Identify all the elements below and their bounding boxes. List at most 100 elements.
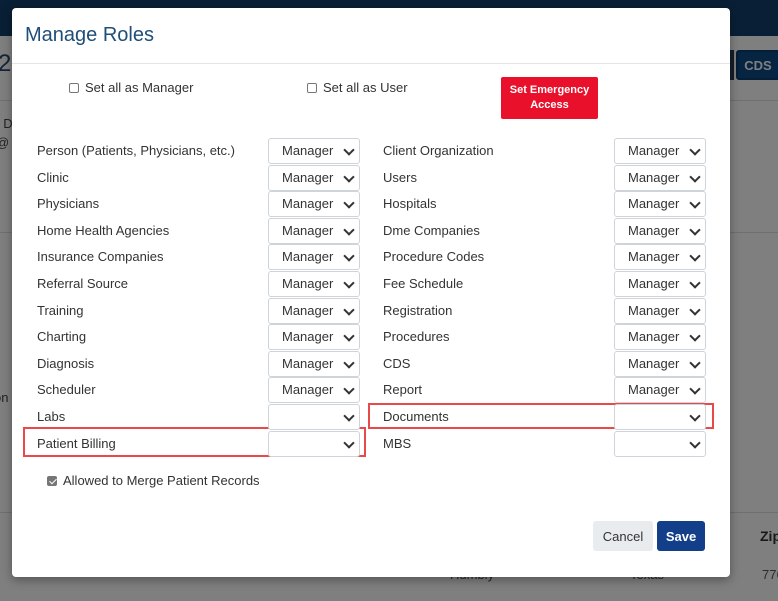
role-select-procedure-codes[interactable]: Manager [614, 244, 706, 271]
role-select-value: Manager [282, 302, 334, 318]
chevron-down-icon [689, 436, 701, 449]
role-select-value: Manager [282, 169, 334, 185]
role-select-referral-source[interactable]: Manager [268, 271, 360, 297]
role-label-cds: CDS [383, 355, 411, 371]
role-select-value: Manager [628, 249, 680, 265]
set-all-manager-label: Set all as Manager [85, 80, 194, 95]
role-select-documents[interactable] [614, 404, 706, 430]
role-select-value: Manager [628, 196, 680, 212]
chevron-down-icon [343, 383, 355, 396]
modal-title: Manage Roles [25, 24, 154, 46]
role-select-dme-companies[interactable]: Manager [614, 217, 706, 244]
chevron-down-icon [343, 277, 355, 289]
role-select-value: Manager [628, 382, 680, 398]
role-select-value: Manager [282, 143, 334, 158]
role-select-value: Manager [282, 196, 334, 212]
role-select-clinic[interactable]: Manager [268, 164, 360, 191]
manage-roles-modal: Manage Roles Set all as Manager Set all … [12, 8, 730, 577]
role-label-registration: Registration [383, 302, 453, 318]
role-label-scheduler: Scheduler [37, 382, 96, 398]
role-select-users[interactable]: Manager [614, 164, 706, 191]
role-select-fee-schedule[interactable]: Manager [614, 271, 706, 297]
chevron-down-icon [343, 170, 355, 183]
role-select-value: Manager [282, 382, 334, 398]
role-select-training[interactable]: Manager [268, 297, 360, 324]
chevron-down-icon [343, 330, 355, 342]
chevron-down-icon [343, 250, 355, 263]
role-label-training: Training [37, 302, 84, 318]
role-label-referral-source: Referral Source [37, 276, 129, 291]
role-label-diagnosis: Diagnosis [37, 355, 95, 371]
set-all-user-label: Set all as User [323, 80, 408, 95]
chevron-down-icon [689, 410, 701, 422]
role-select-value: Manager [628, 302, 680, 318]
role-select-value: Manager [628, 329, 680, 345]
role-select-registration[interactable]: Manager [614, 297, 706, 324]
role-select-value: Manager [282, 222, 334, 238]
role-label-dme-companies: Dme Companies [383, 222, 480, 238]
role-select-value: Manager [282, 276, 334, 291]
set-all-user-option[interactable]: Set all as User [307, 80, 408, 95]
role-select-value: Manager [282, 355, 334, 371]
role-select-value: Manager [628, 355, 680, 371]
role-select-report[interactable]: Manager [614, 377, 706, 404]
merge-records-label: Allowed to Merge Patient Records [63, 473, 260, 488]
role-select-labs[interactable] [268, 404, 360, 430]
chevron-down-icon [343, 224, 355, 236]
role-label-procedure-codes: Procedure Codes [383, 249, 485, 265]
role-label-patient-billing: Patient Billing [37, 435, 116, 451]
role-select-cds[interactable]: Manager [614, 350, 706, 377]
set-all-user-checkbox[interactable] [307, 82, 317, 93]
role-label-labs: Labs [37, 409, 66, 424]
role-label-users: Users [383, 169, 417, 185]
chevron-down-icon [343, 436, 355, 449]
set-all-manager-checkbox[interactable] [69, 82, 79, 93]
role-select-diagnosis[interactable]: Manager [268, 350, 360, 377]
role-label-person-patients-physicians-etc: Person (Patients, Physicians, etc.) [37, 143, 235, 158]
role-label-client-organization: Client Organization [383, 143, 494, 158]
chevron-down-icon [343, 357, 355, 369]
role-select-value: Manager [282, 249, 334, 265]
chevron-down-icon [343, 410, 355, 422]
role-select-client-organization[interactable]: Manager [614, 138, 706, 164]
role-label-procedures: Procedures [383, 329, 450, 345]
role-select-value: Manager [628, 276, 680, 291]
role-select-value: Manager [628, 222, 680, 238]
role-select-value: Manager [628, 143, 680, 158]
role-select-physicians[interactable]: Manager [268, 191, 360, 218]
role-label-fee-schedule: Fee Schedule [383, 276, 464, 291]
chevron-down-icon [689, 383, 701, 396]
chevron-down-icon [689, 250, 701, 263]
set-emergency-access-button[interactable]: Set Emergency Access [501, 77, 598, 119]
role-select-procedures[interactable]: Manager [614, 324, 706, 351]
role-label-physicians: Physicians [37, 196, 100, 212]
chevron-down-icon [689, 303, 701, 316]
role-select-patient-billing[interactable] [268, 430, 360, 457]
role-label-insurance-companies: Insurance Companies [37, 249, 164, 265]
role-select-charting[interactable]: Manager [268, 324, 360, 351]
chevron-down-icon [689, 197, 701, 209]
role-select-mbs[interactable] [614, 430, 706, 457]
role-label-mbs: MBS [383, 435, 412, 451]
set-all-manager-option[interactable]: Set all as Manager [69, 80, 193, 95]
role-label-hospitals: Hospitals [383, 196, 437, 212]
merge-records-checkbox[interactable] [47, 475, 57, 486]
save-button[interactable]: Save [657, 521, 705, 551]
role-label-charting: Charting [37, 329, 87, 345]
role-label-clinic: Clinic [37, 169, 69, 185]
merge-records-option[interactable]: Allowed to Merge Patient Records [47, 473, 260, 488]
role-select-value: Manager [628, 169, 680, 185]
modal-header: Manage Roles [12, 8, 730, 64]
role-select-insurance-companies[interactable]: Manager [268, 244, 360, 271]
role-label-home-health-agencies: Home Health Agencies [37, 222, 170, 238]
role-select-scheduler[interactable]: Manager [268, 377, 360, 404]
role-select-home-health-agencies[interactable]: Manager [268, 217, 360, 244]
role-select-hospitals[interactable]: Manager [614, 191, 706, 218]
chevron-down-icon [689, 330, 701, 342]
cancel-button[interactable]: Cancel [593, 521, 653, 551]
chevron-down-icon [343, 197, 355, 209]
chevron-down-icon [689, 144, 701, 156]
role-label-report: Report [383, 382, 423, 398]
chevron-down-icon [689, 357, 701, 369]
role-select-person-patients-physicians-etc[interactable]: Manager [268, 138, 360, 164]
